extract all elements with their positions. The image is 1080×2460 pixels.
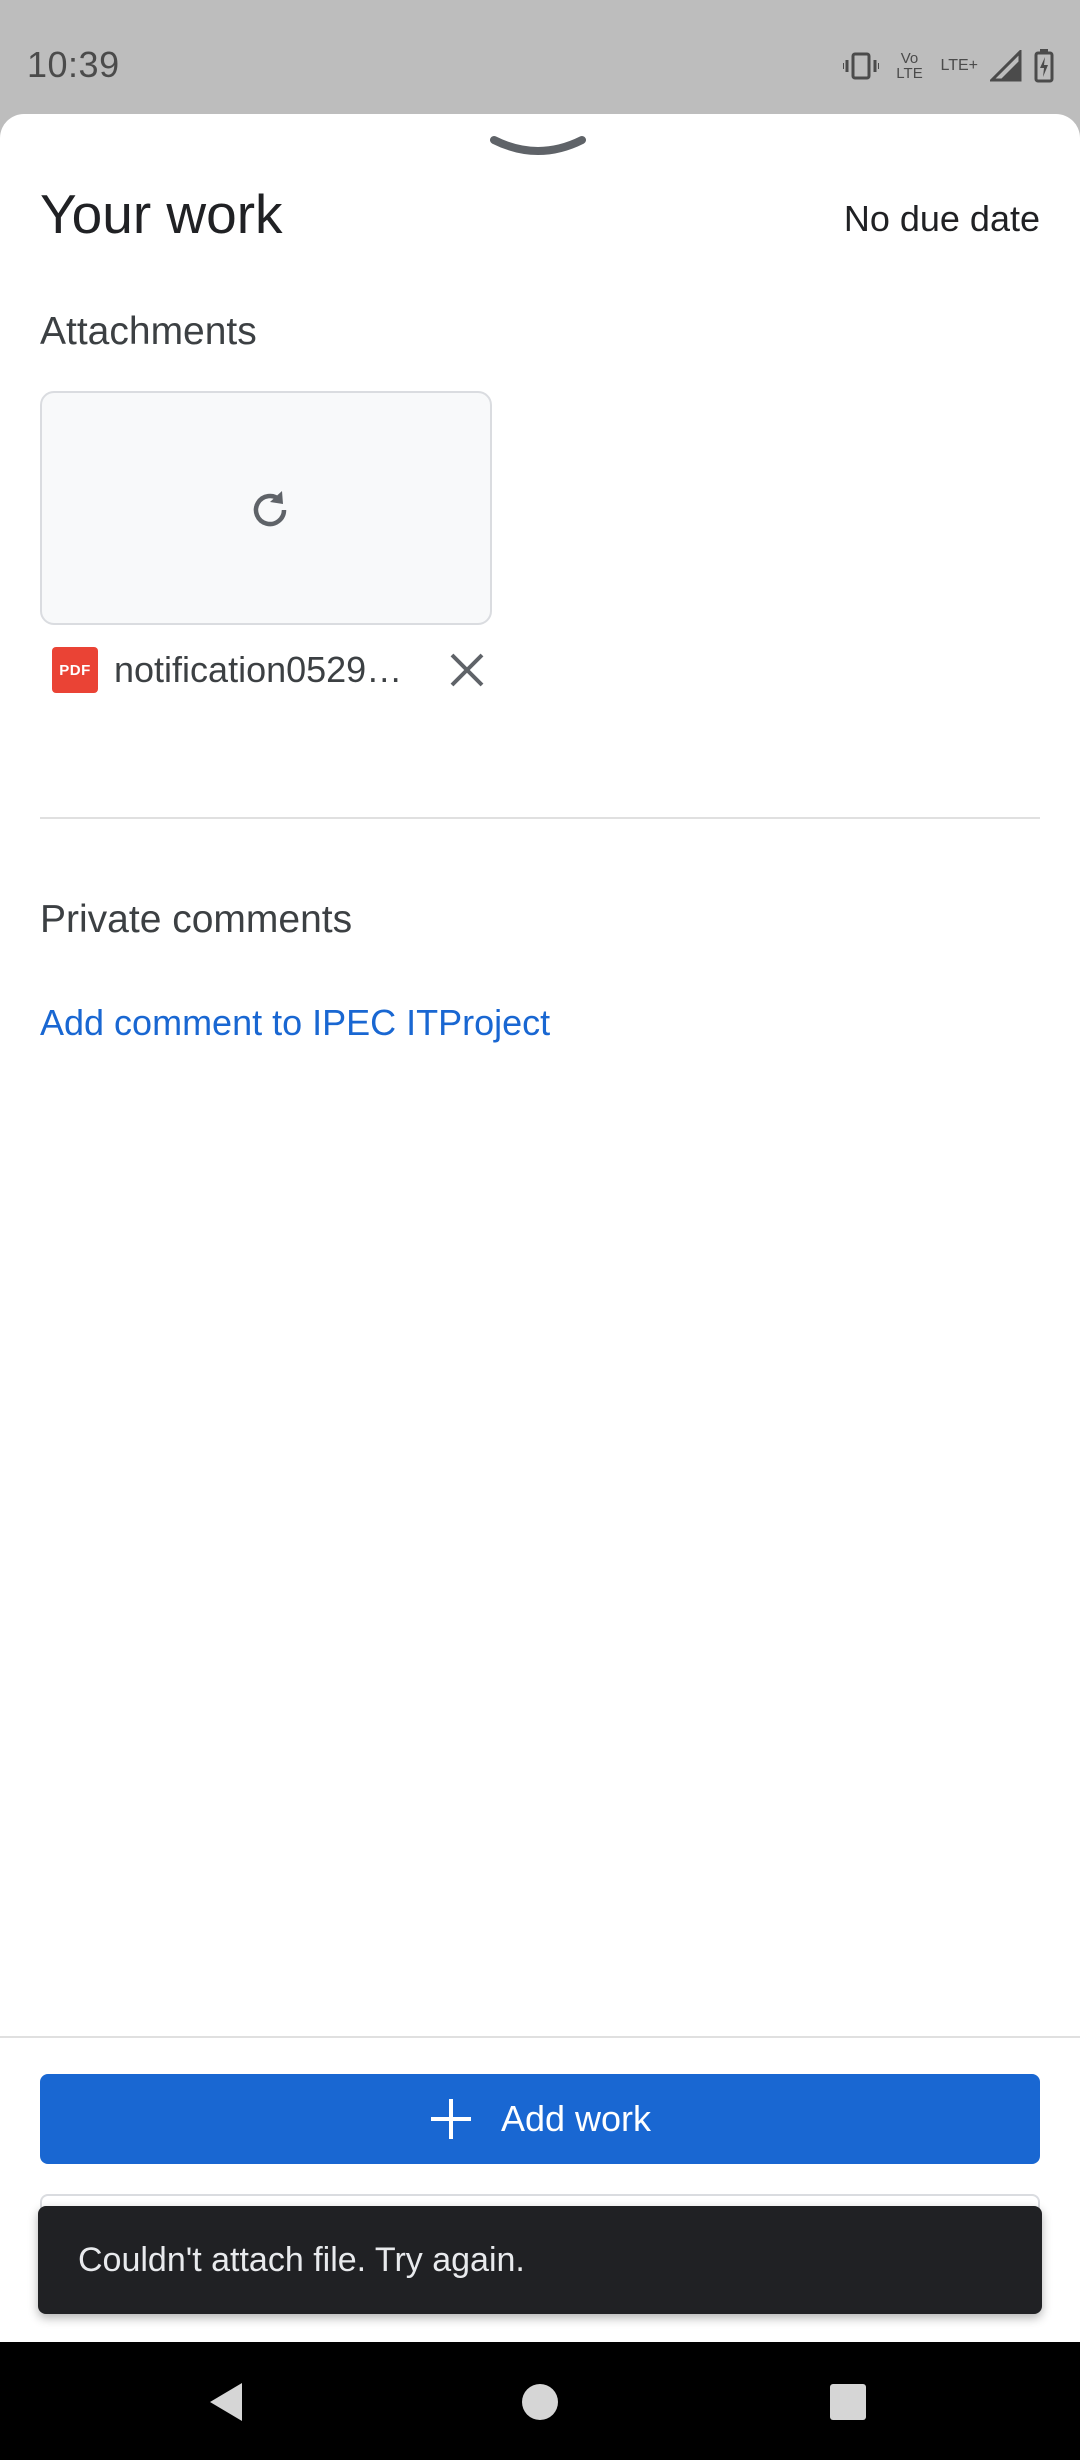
navigation-bar	[0, 2342, 1080, 2460]
attachment-file-name: notification05292…	[114, 649, 414, 690]
close-icon	[450, 653, 484, 687]
status-icons: Vo LTE LTE+	[842, 46, 1055, 86]
retry-icon[interactable]	[248, 488, 292, 537]
volte-icon: Vo LTE	[896, 50, 923, 82]
bottom-divider	[0, 2036, 1080, 2038]
attachments-heading: Attachments	[40, 310, 257, 353]
private-comments-heading: Private comments	[40, 898, 353, 941]
due-date: No due date	[843, 198, 1040, 239]
lte-plus-icon: LTE+	[940, 57, 979, 74]
back-icon[interactable]	[196, 2372, 256, 2432]
home-icon[interactable]	[510, 2372, 570, 2432]
your-work-sheet: Your work No due date Attachments PDF no…	[0, 114, 1080, 2342]
attachment-file-row[interactable]: PDF notification05292…	[52, 646, 414, 694]
recents-icon[interactable]	[818, 2372, 878, 2432]
section-divider	[40, 817, 1040, 819]
add-work-button[interactable]: Add work	[40, 2074, 1040, 2164]
collapse-handle-icon[interactable]	[490, 134, 586, 165]
plus-icon	[429, 2097, 473, 2141]
signal-icon	[990, 50, 1022, 82]
pdf-icon: PDF	[52, 647, 98, 693]
status-bar: 10:39 Vo LTE LTE+	[0, 0, 1080, 114]
snackbar: Couldn't attach file. Try again.	[38, 2206, 1042, 2314]
add-comment-link[interactable]: Add comment to IPEC ITProject	[40, 1002, 550, 1044]
remove-attachment-button[interactable]	[443, 646, 491, 694]
vibrate-icon	[842, 51, 879, 81]
add-work-label: Add work	[500, 2098, 652, 2139]
attachment-preview[interactable]	[40, 391, 492, 625]
battery-charging-icon	[1034, 49, 1054, 83]
status-time: 10:39	[27, 44, 120, 85]
page-title: Your work	[40, 183, 283, 245]
snackbar-message: Couldn't attach file. Try again.	[78, 2240, 525, 2279]
